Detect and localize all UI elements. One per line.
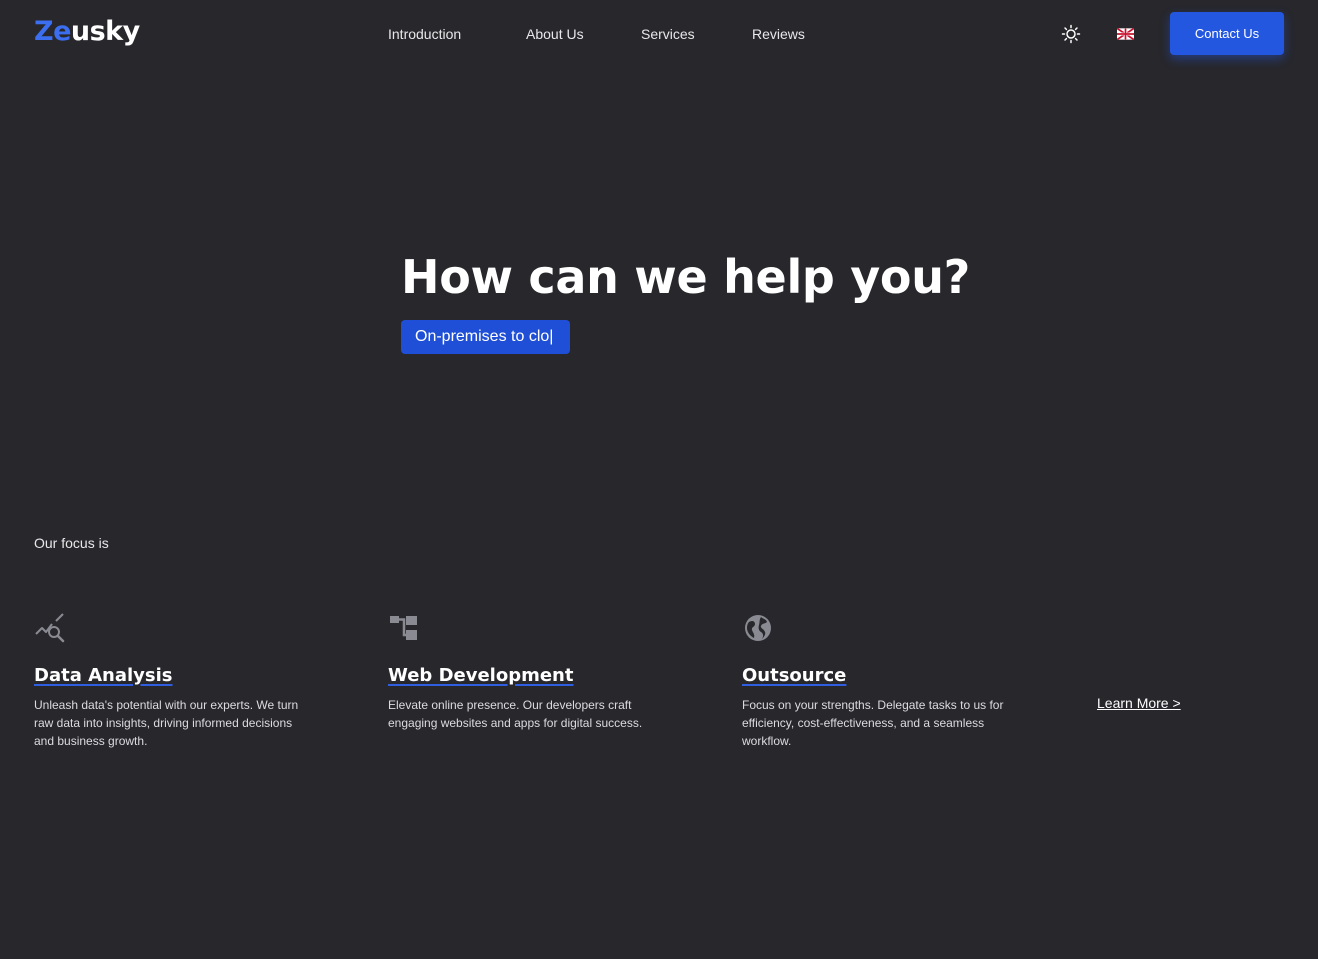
nav-link-reviews[interactable]: Reviews xyxy=(752,24,805,44)
hierarchy-icon xyxy=(390,616,417,640)
sun-icon xyxy=(1061,24,1081,44)
hero-typing-chip[interactable]: On-premises to clo| xyxy=(401,320,570,354)
focus-label: Our focus is xyxy=(34,535,109,551)
contact-us-button[interactable]: Contact Us xyxy=(1170,12,1284,55)
uk-flag-icon[interactable] xyxy=(1117,28,1134,40)
globe-icon xyxy=(745,615,771,641)
service-card-data-analysis: Data Analysis Unleash data's potential w… xyxy=(34,612,324,750)
logo-rest-text: usky xyxy=(70,16,140,47)
service-card-outsource: Outsource Focus on your strengths. Deleg… xyxy=(742,612,1032,750)
logo-accent-text: Ze xyxy=(34,16,71,47)
nav-link-introduction[interactable]: Introduction xyxy=(388,24,461,44)
service-title[interactable]: Web Development xyxy=(388,664,573,688)
service-title[interactable]: Outsource xyxy=(742,664,846,688)
hero-title: How can we help you? xyxy=(401,250,971,304)
service-card-web-development: Web Development Elevate online presence.… xyxy=(388,612,678,732)
service-title[interactable]: Data Analysis xyxy=(34,664,173,688)
service-description: Elevate online presence. Our developers … xyxy=(388,698,643,730)
learn-more-link[interactable]: Learn More > xyxy=(1097,694,1181,712)
brand-logo[interactable]: Zeusky xyxy=(34,14,140,50)
theme-toggle-button[interactable] xyxy=(1059,22,1083,46)
nav-link-services[interactable]: Services xyxy=(641,24,695,44)
service-description: Focus on your strengths. Delegate tasks … xyxy=(742,698,1004,748)
analytics-icon xyxy=(35,613,65,643)
page: Zeusky Introduction About Us Services Re… xyxy=(0,0,1318,959)
service-description: Unleash data's potential with our expert… xyxy=(34,698,299,748)
nav-link-about-us[interactable]: About Us xyxy=(526,24,584,44)
